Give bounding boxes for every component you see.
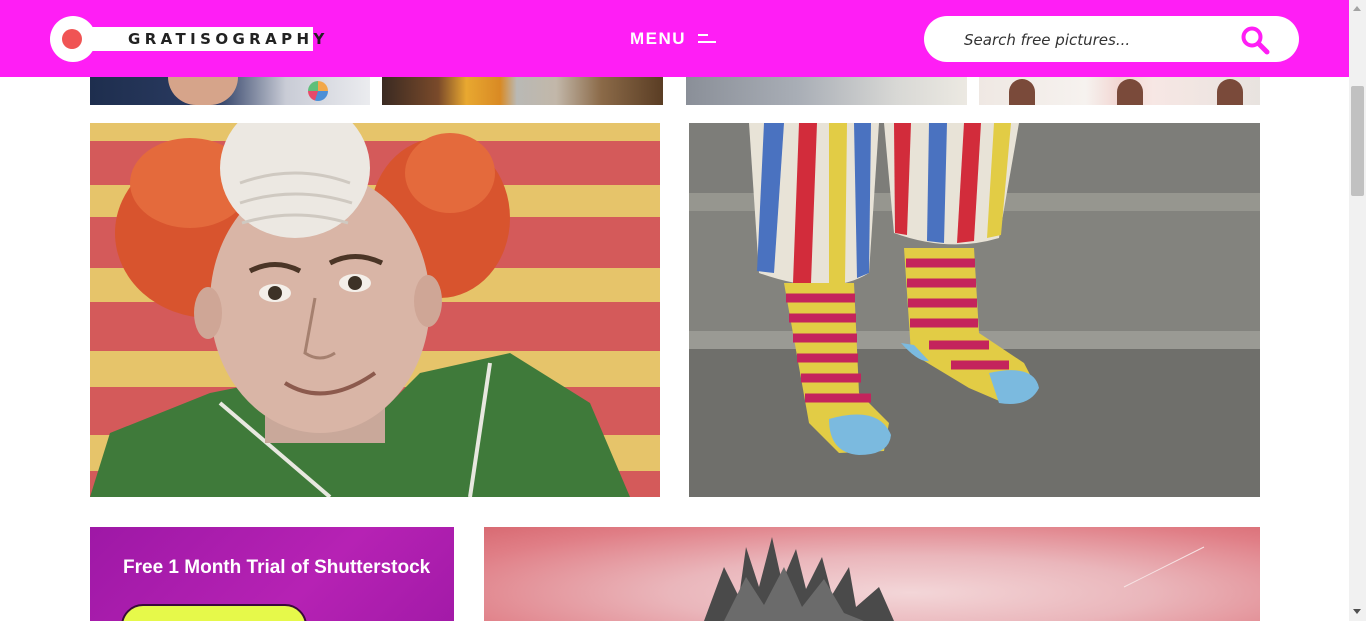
site-header: GRATISOGRAPHY MENU bbox=[0, 0, 1349, 77]
thumbnail-laptop-charts[interactable] bbox=[90, 77, 370, 105]
photo-spiky-hair[interactable] bbox=[484, 527, 1260, 621]
menu-label: MENU bbox=[630, 29, 687, 48]
site-logo[interactable]: GRATISOGRAPHY bbox=[50, 16, 324, 62]
thumbnail-group-people[interactable] bbox=[382, 77, 663, 105]
menu-button[interactable]: MENU bbox=[630, 26, 717, 52]
thumbnail-women-pink[interactable] bbox=[979, 77, 1260, 105]
thumbnail-gray-scene[interactable] bbox=[686, 77, 967, 105]
promo-button[interactable]: Get 10 Free Pictures bbox=[121, 604, 307, 621]
logo-plate: GRATISOGRAPHY bbox=[72, 27, 324, 51]
hamburger-icon bbox=[698, 32, 717, 46]
page-scrollbar[interactable] bbox=[1349, 0, 1366, 621]
photo-striped-socks[interactable] bbox=[689, 123, 1260, 497]
logo-wordmark: GRATISOGRAPHY bbox=[128, 30, 329, 48]
photo-clown-man[interactable] bbox=[90, 123, 660, 497]
search-icon[interactable] bbox=[1240, 25, 1270, 55]
scrollbar-thumb[interactable] bbox=[1351, 86, 1364, 196]
shutterstock-promo[interactable]: Free 1 Month Trial of Shutterstock Get 1… bbox=[90, 527, 454, 621]
logo-dot-icon bbox=[62, 29, 82, 49]
logo-circle bbox=[50, 16, 96, 62]
scroll-down-arrow-icon[interactable] bbox=[1353, 609, 1361, 614]
search-input[interactable] bbox=[962, 26, 1246, 54]
search-bar bbox=[924, 16, 1299, 62]
promo-title: Free 1 Month Trial of Shutterstock bbox=[123, 557, 431, 578]
scroll-up-arrow-icon[interactable] bbox=[1353, 6, 1361, 11]
